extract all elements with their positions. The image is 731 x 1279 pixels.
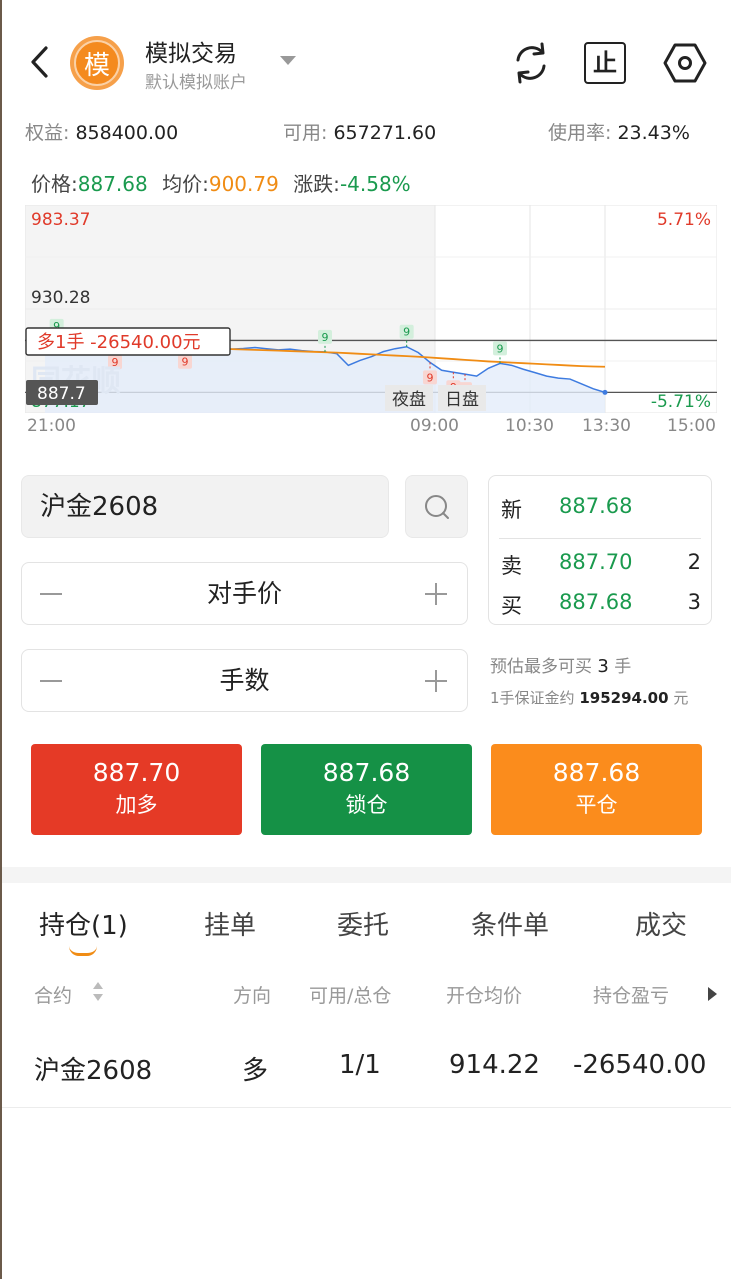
header: 模 模拟交易 默认模拟账户 止 [0,0,731,120]
section-divider [0,867,731,883]
position-tag-text: 多1手 -26540.00元 [37,332,201,353]
bid-qty: 3 [687,590,701,614]
tab-conditional-orders[interactable]: 条件单 [471,905,549,942]
available: 可用: 657271.60 [283,122,437,144]
session-label-night: 夜盘 [385,385,433,411]
price-info: 价格:887.68 均价:900.79 涨跌:-4.58% [31,172,411,196]
tab-entrusts[interactable]: 委托 [337,905,389,942]
x-tick: 10:30 [505,416,554,436]
bid-price: 887.68 [559,590,633,614]
ask-qty: 2 [687,550,701,574]
trade-marker-label: 9 [497,342,504,355]
back-icon[interactable] [22,42,62,82]
y-axis-right-bottom-label: -5.71% [651,392,711,412]
bid-label: 买 [501,594,522,618]
row-contract[interactable]: 沪金2608 [34,1050,152,1087]
row-pnl: -26540.00 [573,1050,707,1080]
col-pnl: 持仓盈亏 [593,985,670,1007]
x-tick: 09:00 [410,416,459,436]
tab-positions[interactable]: 持仓(1) [39,905,128,942]
sort-up-icon[interactable] [93,982,103,989]
tab-active-indicator [69,946,97,956]
y-axis-top-label: 983.37 [31,210,90,230]
col-contract[interactable]: 合约 [34,981,72,1008]
price-type-label: 对手价 [206,579,282,608]
chart-svg: 9999999999 同花顺 983.37 930.28 877.17 5.71… [24,204,718,414]
row-divider [0,1107,731,1108]
stop-icon[interactable]: 止 [584,42,626,84]
row-qty: 1/1 [339,1050,381,1080]
plus-icon[interactable] [435,583,437,605]
divider [499,538,701,539]
search-button[interactable] [405,475,468,538]
col-available-total: 可用/总仓 [309,985,392,1007]
x-tick: 21:00 [27,416,76,436]
position-tag[interactable]: 多1手 -26540.00元 [25,327,231,356]
lock-position-button[interactable]: 887.68 锁仓 [261,744,472,835]
lots-stepper[interactable]: 手数 [21,649,468,712]
session-label-night-text: 夜盘 [392,390,426,410]
current-price-tag-text: 887.7 [37,384,86,404]
left-edge [0,0,2,1279]
estimate-max: 预估最多可买 3 手 [490,656,632,677]
caret-down-icon[interactable] [280,56,296,65]
margin-estimate: 1手保证金约 195294.00 元 [490,689,689,707]
equity: 权益: 858400.00 [25,122,179,144]
tab-pending-orders[interactable]: 挂单 [204,905,256,942]
row-direction: 多 [242,1056,269,1086]
tab-trades[interactable]: 成交 [635,905,687,942]
last-price-dot [602,389,608,395]
x-tick: 13:30 [582,416,631,436]
page-title[interactable]: 模拟交易 [145,34,237,68]
price-chart[interactable]: 9999999999 同花顺 983.37 930.28 877.17 5.71… [24,204,718,414]
session-label-day-text: 日盘 [445,390,479,410]
y-axis-mid-label: 930.28 [31,288,90,308]
sort-down-icon[interactable] [93,994,103,1001]
x-tick: 15:00 [667,416,716,436]
trade-marker-label: 9 [322,331,329,344]
col-open-avg: 开仓均价 [446,985,523,1007]
row-avg-price: 914.22 [449,1050,540,1080]
stop-char: 止 [593,49,617,77]
plus-icon[interactable] [435,670,437,692]
lots-label: 手数 [219,666,270,695]
scroll-right-icon[interactable] [708,987,717,1001]
contract-input[interactable]: 沪金2608 [21,475,389,538]
search-icon [425,495,449,519]
buy-long-button[interactable]: 887.70 加多 [31,744,242,835]
last-label: 新 [501,498,522,522]
trade-marker-label: 9 [403,326,410,339]
settings-hex-icon[interactable] [662,40,708,86]
price-type-stepper[interactable]: 对手价 [21,562,468,625]
current-price-tag: 887.7 [26,380,98,405]
col-direction: 方向 [233,985,272,1007]
ask-label: 卖 [501,554,522,578]
refresh-icon[interactable] [508,40,554,86]
y-axis-right-top-label: 5.71% [657,210,711,230]
ask-price: 887.70 [559,550,633,574]
trade-marker-label: 9 [182,356,189,369]
account-name[interactable]: 默认模拟账户 [145,68,247,93]
quote-panel: 新 887.68 卖 887.70 2 买 887.68 3 [488,475,712,625]
last-price: 887.68 [559,494,633,518]
session-label-day: 日盘 [438,385,486,411]
avatar: 模 [70,36,124,90]
usage-rate: 使用率: 23.43% [548,122,690,144]
trade-marker-label: 9 [427,371,434,384]
close-position-button[interactable]: 887.68 平仓 [491,744,702,835]
avatar-char: 模 [74,40,120,86]
